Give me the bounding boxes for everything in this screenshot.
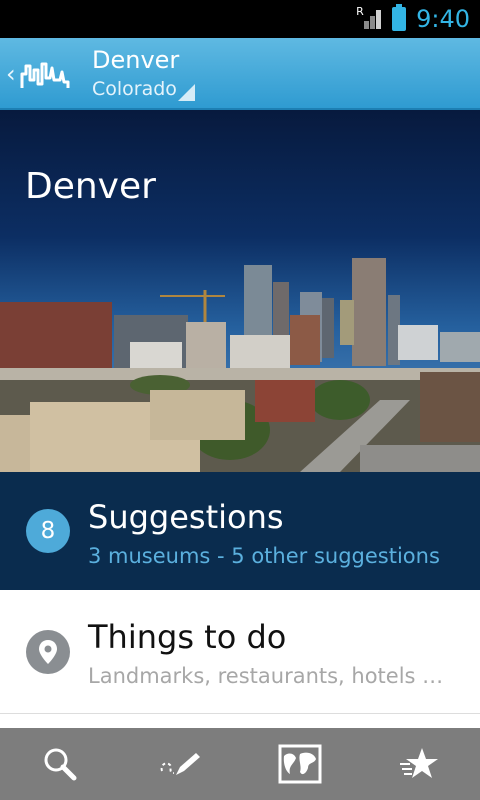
city-hero-image[interactable]: Denver xyxy=(0,110,480,472)
skyline-logo-icon[interactable] xyxy=(20,58,70,92)
signal-icon: R xyxy=(356,5,382,31)
bottom-toolbar xyxy=(0,728,480,800)
skyline-photo xyxy=(0,258,480,472)
map-button[interactable] xyxy=(240,728,360,800)
region-subtitle[interactable]: Colorado xyxy=(92,78,177,100)
edit-button[interactable] xyxy=(120,728,240,800)
network-indicator: R xyxy=(356,5,364,18)
clock: 9:40 xyxy=(416,5,470,33)
world-map-icon xyxy=(278,744,322,784)
battery-icon xyxy=(392,4,407,31)
status-bar: R 9:40 xyxy=(0,0,480,38)
suggestions-title: Suggestions xyxy=(88,498,284,536)
things-to-do-subtitle: Landmarks, restaurants, hotels … xyxy=(88,664,444,688)
hero-title: Denver xyxy=(25,166,156,207)
things-to-do-title: Things to do xyxy=(88,618,287,656)
dropdown-indicator-icon[interactable] xyxy=(178,84,195,101)
suggestions-count-badge: 8 xyxy=(26,509,70,553)
favorites-button[interactable] xyxy=(360,728,480,800)
list-item[interactable] xyxy=(0,714,480,728)
things-to-do-item[interactable]: Things to do Landmarks, restaurants, hot… xyxy=(0,590,480,714)
city-title[interactable]: Denver xyxy=(92,46,179,74)
suggestions-subtitle: 3 museums - 5 other suggestions xyxy=(88,544,440,568)
edit-pencil-icon xyxy=(160,753,200,775)
search-button[interactable] xyxy=(0,728,120,800)
location-pin-icon xyxy=(26,630,70,674)
search-icon xyxy=(44,748,77,781)
suggestions-item[interactable]: 8 Suggestions 3 museums - 5 other sugges… xyxy=(0,472,480,590)
action-bar: ‹ Denver Colorado xyxy=(0,38,480,110)
favorites-star-icon xyxy=(400,748,438,778)
back-caret-icon[interactable]: ‹ xyxy=(6,60,16,88)
